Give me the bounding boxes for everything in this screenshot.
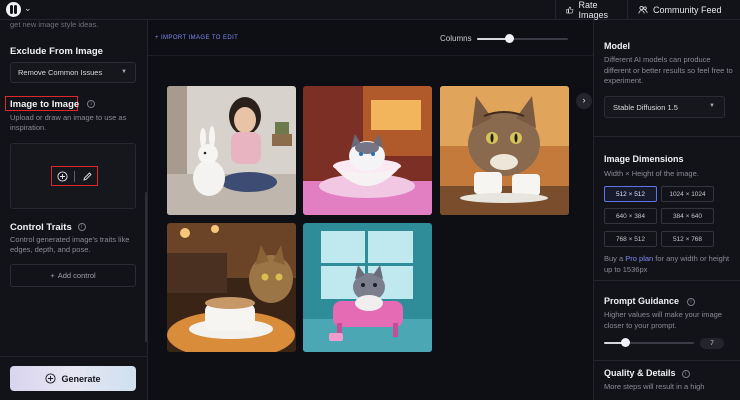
add-control-button[interactable]: + Add control xyxy=(10,264,136,287)
thumbs-up-icon xyxy=(566,6,574,14)
prompt-guidance-title-text: Prompt Guidance xyxy=(604,296,680,306)
generated-image[interactable] xyxy=(440,86,569,215)
sidebar-scrollbar[interactable] xyxy=(145,192,147,342)
plus-circle-icon xyxy=(45,373,57,384)
image-to-image-description: Upload or draw an image to use as inspir… xyxy=(10,113,127,132)
users-icon xyxy=(638,5,648,14)
rate-images-label: Rate Images xyxy=(578,0,609,20)
pro-plan-upsell: Buy a Pro plan for any width or height u… xyxy=(604,254,734,275)
quality-description: More steps will result in a high xyxy=(604,382,705,391)
image-dimensions-description: Width × Height of the image. xyxy=(604,169,699,178)
dimension-option[interactable]: 1024 × 1024 xyxy=(661,186,714,202)
top-bar: ⌄ Rate Images Community Feed xyxy=(0,0,740,20)
sidebar-faded-text: get new image style ideas. xyxy=(10,20,99,29)
image-cat-cafe xyxy=(167,223,296,352)
rate-images-button[interactable]: Rate Images xyxy=(555,0,627,20)
left-sidebar: get new image style ideas. Exclude From … xyxy=(0,20,148,400)
exclude-select-value: Remove Common Issues xyxy=(18,68,103,77)
model-select-value: Stable Diffusion 1.5 xyxy=(613,102,678,112)
quality-title-text: Quality & Details xyxy=(604,368,676,378)
image-girl-rabbit xyxy=(167,86,296,215)
pro-plan-link[interactable]: Pro plan xyxy=(625,254,653,263)
divider xyxy=(74,171,75,182)
divider xyxy=(0,356,148,357)
generated-image[interactable] xyxy=(303,223,432,352)
model-description: Different AI models can produce differen… xyxy=(604,55,733,85)
import-image-link[interactable]: + IMPORT IMAGE TO EDIT xyxy=(155,35,238,41)
app-logo-icon[interactable] xyxy=(6,2,21,17)
chevron-down-icon[interactable]: ⌄ xyxy=(24,3,32,14)
add-image-icon[interactable] xyxy=(57,171,68,182)
quality-title: Quality & Details i xyxy=(604,368,690,378)
model-select[interactable]: Stable Diffusion 1.5 ▼ xyxy=(604,96,725,118)
chevron-down-icon: ▼ xyxy=(709,103,715,109)
right-settings-panel: Model Different AI models can produce di… xyxy=(593,20,740,400)
image-cat-coffee xyxy=(440,86,569,215)
image-to-image-title: Image to Image i xyxy=(10,99,96,110)
columns-slider-thumb[interactable] xyxy=(504,34,514,43)
dimension-option[interactable]: 384 × 640 xyxy=(661,208,714,224)
info-icon[interactable]: i xyxy=(681,369,690,378)
dimension-option[interactable]: 640 × 384 xyxy=(604,208,657,224)
plus-icon: + xyxy=(50,271,55,280)
image-cat-chair xyxy=(303,223,432,352)
columns-label: Columns xyxy=(440,34,472,43)
upsell-prefix: Buy a xyxy=(604,254,626,263)
upload-tools-highlight xyxy=(51,166,98,186)
pencil-icon[interactable] xyxy=(82,171,93,182)
prompt-guidance-title: Prompt Guidance i xyxy=(604,296,696,306)
columns-slider[interactable] xyxy=(477,34,568,43)
image-upload-area[interactable] xyxy=(10,143,136,209)
add-control-label: Add control xyxy=(57,271,96,280)
image-dimensions-title: Image Dimensions xyxy=(604,154,684,164)
info-icon[interactable]: i xyxy=(77,223,86,232)
exclude-select[interactable]: Remove Common Issues ▼ xyxy=(10,62,136,83)
prompt-guidance-slider[interactable] xyxy=(604,338,694,347)
image-cat-teacup xyxy=(303,86,432,215)
control-traits-title-text: Control Traits xyxy=(10,222,72,233)
exclude-title: Exclude From Image xyxy=(10,46,103,57)
info-icon[interactable]: i xyxy=(687,297,696,306)
prompt-guidance-value[interactable]: 7 xyxy=(700,338,724,349)
chevron-down-icon: ▼ xyxy=(121,69,127,75)
generated-image[interactable] xyxy=(167,86,296,215)
chevron-right-icon[interactable]: › xyxy=(576,93,592,109)
divider xyxy=(594,280,740,281)
generate-button[interactable]: Generate xyxy=(10,366,136,391)
dimension-option[interactable]: 512 × 512 xyxy=(604,186,657,202)
control-traits-title: Control Traits i xyxy=(10,222,86,233)
main-content: + IMPORT IMAGE TO EDIT Columns › xyxy=(148,20,593,400)
generated-image[interactable] xyxy=(303,86,432,215)
divider xyxy=(594,360,740,361)
community-feed-label: Community Feed xyxy=(653,5,722,15)
prompt-guidance-description: Higher values will make your image close… xyxy=(604,310,722,330)
dimension-option[interactable]: 768 × 512 xyxy=(604,231,657,247)
main-toolbar: + IMPORT IMAGE TO EDIT Columns xyxy=(148,20,593,56)
dimension-option[interactable]: 512 × 768 xyxy=(661,231,714,247)
model-title: Model xyxy=(604,41,630,51)
control-traits-description: Control generated image's traits like ed… xyxy=(10,235,130,254)
community-feed-button[interactable]: Community Feed xyxy=(627,0,740,20)
image-to-image-title-text: Image to Image xyxy=(10,99,80,110)
prompt-guidance-slider-thumb[interactable] xyxy=(621,338,630,347)
divider xyxy=(594,136,740,137)
info-icon[interactable]: i xyxy=(87,100,96,109)
generate-label: Generate xyxy=(61,373,101,384)
generated-image[interactable] xyxy=(167,223,296,352)
